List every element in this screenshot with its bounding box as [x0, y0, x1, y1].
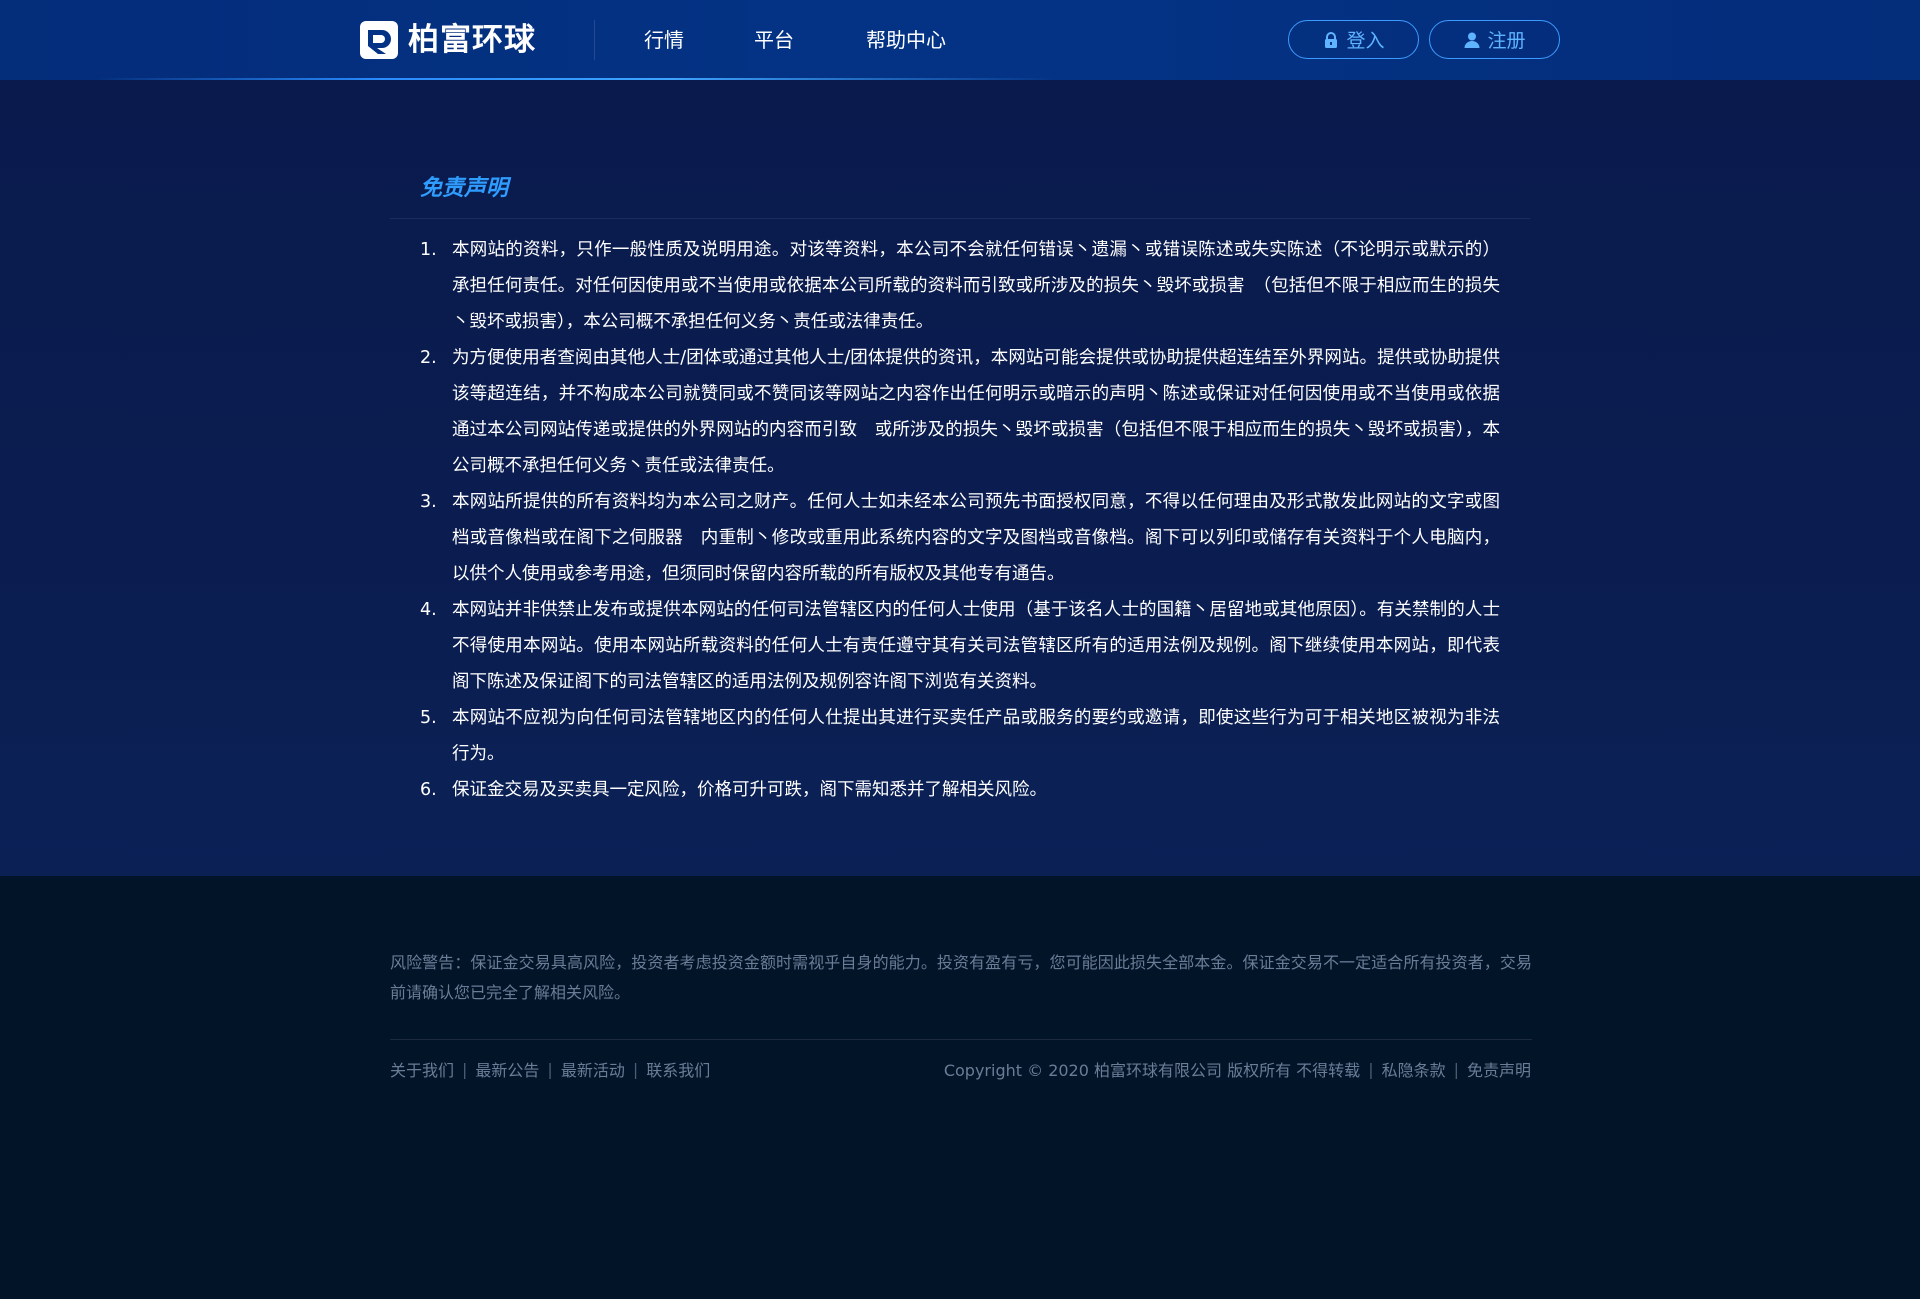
list-item-text: 为方便使用者查阅由其他人士/团体或通过其他人士/团体提供的资讯，本网站可能会提供… — [452, 348, 1500, 476]
list-item-number: 3. — [420, 492, 437, 512]
footer-separator: | — [462, 1059, 468, 1079]
register-button[interactable]: 注册 — [1429, 20, 1560, 59]
login-label: 登入 — [1346, 30, 1385, 52]
nav-item-market[interactable]: 行情 — [644, 26, 684, 54]
footer-legal: Copyright © 2020 柏富环球有限公司 版权所有 不得转载 | 私隐… — [944, 1056, 1531, 1082]
top-header: 柏富环球 行情 平台 帮助中心 登入 注册 — [0, 0, 1920, 80]
site-logo[interactable]: 柏富环球 — [360, 21, 536, 59]
list-item: 6. 保证金交易及买卖具一定风险，价格可升可跌，阁下需知悉并了解相关风险。 — [420, 772, 1500, 808]
footer-link-latest-announcements[interactable]: 最新公告 — [475, 1057, 539, 1081]
title-divider — [390, 218, 1530, 219]
list-item-text: 本网站不应视为向任何司法管辖地区内的任何人仕提出其进行买卖任产品或服务的要约或邀… — [452, 708, 1500, 764]
footer-separator: | — [632, 1059, 639, 1079]
list-item-number: 1. — [420, 240, 437, 260]
list-item-text: 保证金交易及买卖具一定风险，价格可升可跌，阁下需知悉并了解相关风险。 — [452, 780, 1047, 800]
footer-links: 关于我们 | 最新公告 | 最新活动 | 联系我们 — [390, 1056, 710, 1082]
disclaimer-section: 免责声明 1. 本网站的资料，只作一般性质及说明用途。对该等资料，本公司不会就任… — [0, 80, 1920, 876]
lock-icon — [1325, 31, 1338, 48]
list-item-number: 2. — [420, 348, 437, 368]
footer-link-contact-us[interactable]: 联系我们 — [646, 1057, 710, 1081]
list-item-number: 4. — [420, 600, 437, 620]
list-item-text: 本网站的资料，只作一般性质及说明用途。对该等资料，本公司不会就任何错误丶遗漏丶或… — [452, 240, 1500, 332]
nav-item-platform[interactable]: 平台 — [754, 26, 794, 54]
list-item: 3. 本网站所提供的所有资料均为本公司之财产。任何人士如未经本公司预先书面授权同… — [420, 484, 1500, 592]
header-divider — [594, 20, 595, 60]
site-footer: 风险警告：保证金交易具高风险，投资者考虑投资金额时需视乎自身的能力。投资有盈有亏… — [0, 876, 1920, 1299]
list-item-text: 本网站所提供的所有资料均为本公司之财产。任何人士如未经本公司预先书面授权同意，不… — [452, 492, 1500, 584]
copyright-text: Copyright © 2020 柏富环球有限公司 版权所有 不得转载 — [943, 1061, 1361, 1080]
footer-link-about-us[interactable]: 关于我们 — [390, 1057, 454, 1081]
footer-divider — [390, 1039, 1532, 1040]
footer-separator: | — [1368, 1059, 1374, 1079]
user-icon — [1464, 32, 1480, 48]
login-button[interactable]: 登入 — [1288, 20, 1419, 59]
list-item-number: 5. — [420, 708, 437, 728]
list-item-number: 6. — [420, 780, 437, 800]
logo-text: 柏富环球 — [408, 22, 536, 58]
list-item: 1. 本网站的资料，只作一般性质及说明用途。对该等资料，本公司不会就任何错误丶遗… — [420, 232, 1500, 340]
logo-mark-icon — [360, 21, 398, 59]
list-item: 5. 本网站不应视为向任何司法管辖地区内的任何人仕提出其进行买卖任产品或服务的要… — [420, 700, 1500, 772]
footer-separator: | — [547, 1059, 553, 1079]
register-label: 注册 — [1487, 30, 1526, 52]
disclaimer-list: 1. 本网站的资料，只作一般性质及说明用途。对该等资料，本公司不会就任何错误丶遗… — [420, 232, 1500, 808]
footer-link-latest-events[interactable]: 最新活动 — [561, 1057, 625, 1081]
list-item-text: 本网站并非供禁止发布或提供本网站的任何司法管辖区内的任何人士使用（基于该名人士的… — [452, 600, 1500, 692]
page-title: 免责声明 — [420, 176, 509, 201]
footer-link-privacy-policy[interactable]: 私隐条款 — [1382, 1057, 1446, 1081]
footer-link-disclaimer[interactable]: 免责声明 — [1467, 1057, 1531, 1081]
risk-warning: 风险警告：保证金交易具高风险，投资者考虑投资金额时需视乎自身的能力。投资有盈有亏… — [390, 953, 1532, 1002]
list-item: 2. 为方便使用者查阅由其他人士/团体或通过其他人士/团体提供的资讯，本网站可能… — [420, 340, 1500, 484]
list-item: 4. 本网站并非供禁止发布或提供本网站的任何司法管辖区内的任何人士使用（基于该名… — [420, 592, 1500, 700]
nav-item-help-center[interactable]: 帮助中心 — [866, 26, 946, 54]
footer-separator: | — [1453, 1059, 1459, 1079]
